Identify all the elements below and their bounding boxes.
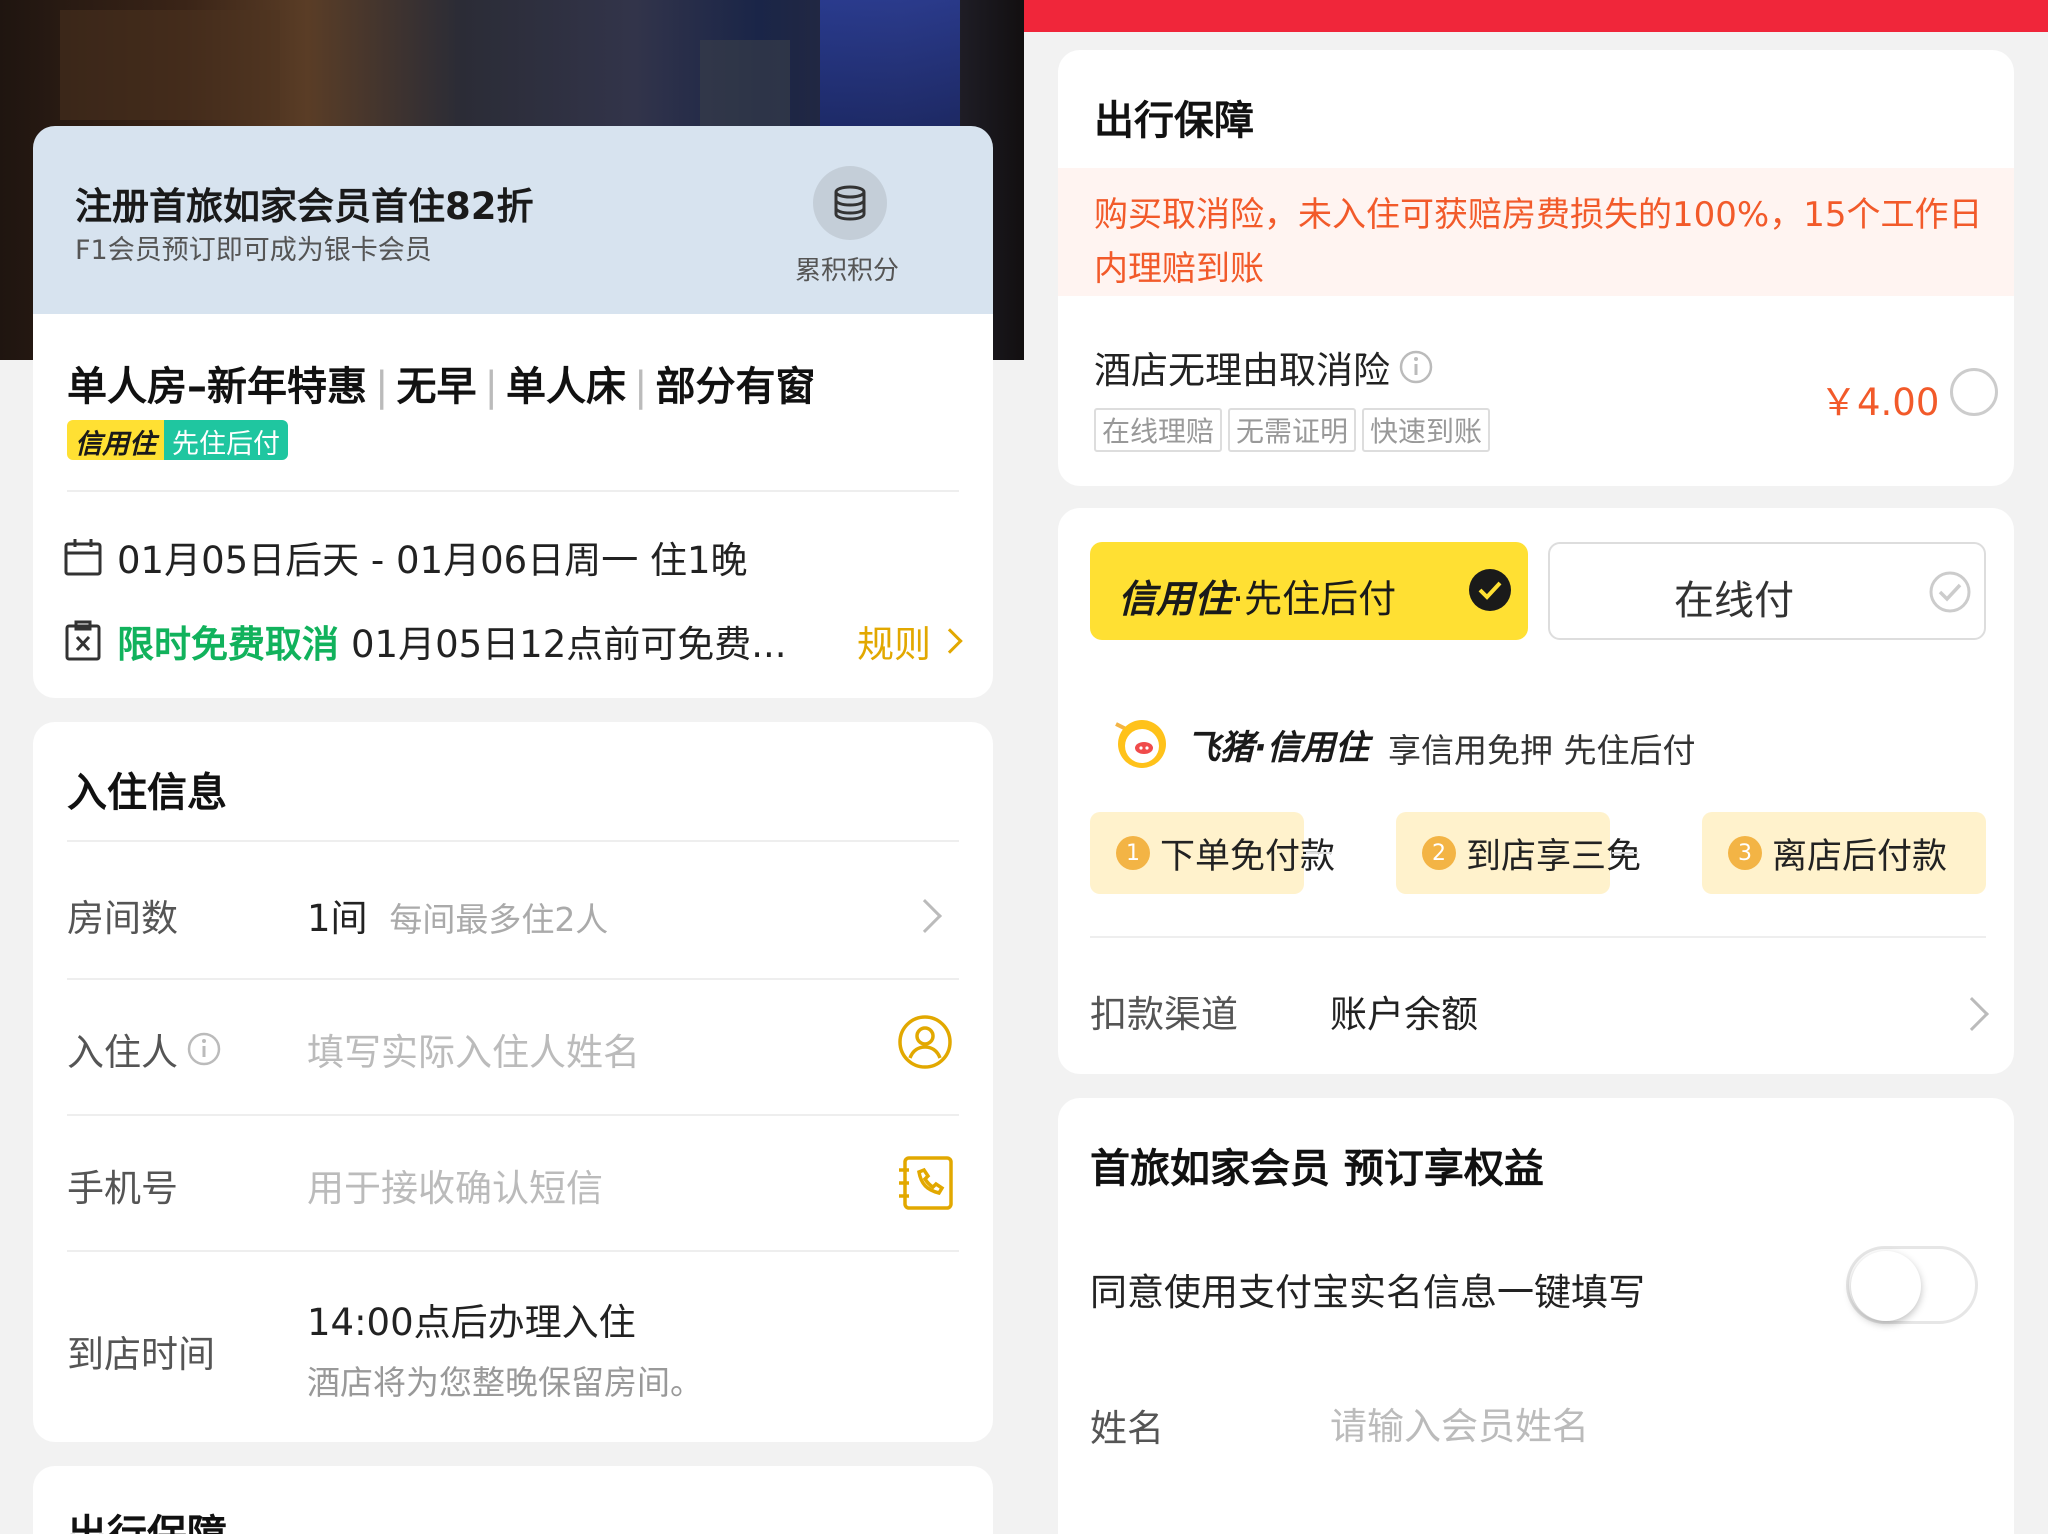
stay-dates-row: 01月05日后天 - 01月06日周一 住1晚 (63, 530, 748, 584)
pay-online-label: 在线付 (1674, 578, 1794, 624)
payment-card: 信用住·先住后付 在线付 飞猪·信用住 享信用免押 先住后付 1 下单免付款 2… (1058, 508, 2014, 1074)
insurance-product: 酒店无理由取消险 (1094, 340, 1434, 394)
divider (67, 1250, 959, 1252)
channel-label: 扣款渠道 (1090, 993, 1238, 1036)
guest-label-wrap: 入住人 (67, 1022, 222, 1076)
member-section-title: 首旅如家会员 预订享权益 (1090, 1146, 1544, 1192)
cancel-deadline: 01月05日12点前可免费... (351, 623, 787, 666)
member-name-input[interactable]: 请输入会员姓名 (1330, 1396, 1589, 1450)
coins-icon (813, 166, 887, 240)
insurance-radio[interactable] (1950, 368, 1998, 416)
arrival-value: 14:00点后办理入住 (307, 1301, 636, 1344)
insurance-price: ￥4.00 (1820, 381, 1940, 424)
cancel-clipboard-icon (63, 620, 103, 662)
check-circle-icon (1468, 568, 1512, 616)
phone-label: 手机号 (67, 1167, 178, 1210)
info-icon[interactable] (186, 1031, 222, 1067)
credit-step: 2 到店享三免 (1396, 812, 1641, 894)
badge-credit: 信用住 (67, 420, 164, 460)
free-cancel-tag: 限时免费取消 (117, 623, 339, 666)
step-number: 2 (1422, 836, 1456, 870)
step-connector (1612, 852, 1638, 854)
rooms-hint: 每间最多住2人 (389, 900, 609, 939)
divider (67, 1114, 959, 1116)
credit-step: 1 下单免付款 (1090, 812, 1335, 894)
contact-person-icon[interactable] (897, 1014, 953, 1074)
insurance-card-preview: 出行保障 (33, 1466, 993, 1534)
insurance-warning-text: 购买取消险，未入住可获赔房费损失的100%，15个工作日内理赔到账 (1094, 195, 1983, 289)
divider (67, 840, 959, 842)
calendar-icon (63, 537, 103, 577)
phone-contacts-icon[interactable] (897, 1154, 955, 1216)
arrival-note: 酒店将为您整晚保留房间。 (307, 1363, 703, 1402)
promo-subtitle: F1会员预订即可成为银卡会员 (75, 235, 432, 266)
phone-input[interactable]: 用于接收确认短信 (307, 1158, 603, 1212)
insurance-section-title: 出行保障 (67, 1502, 227, 1534)
insurance-tag: 快速到账 (1362, 408, 1491, 452)
member-card: 首旅如家会员 预订享权益 同意使用支付宝实名信息一键填写 姓名 请输入会员姓名 (1058, 1098, 2014, 1534)
chevron-right-icon (937, 628, 963, 654)
fliggy-pig-logo-icon (1110, 714, 1174, 774)
room-breakfast: 无早 (396, 364, 477, 410)
arrival-label: 到店时间 (67, 1333, 215, 1376)
insurance-tag: 无需证明 (1228, 408, 1357, 452)
step-label: 离店后付款 (1772, 836, 1948, 877)
divider (67, 978, 959, 980)
checkin-section-title: 入住信息 (67, 770, 227, 816)
insurance-tag: 在线理赔 (1094, 408, 1223, 452)
room-bed: 单人床 (505, 364, 626, 410)
guest-label: 入住人 (67, 1031, 178, 1074)
header-bar (1024, 0, 2048, 32)
fliggy-slogan: 享信用免押 先住后付 (1388, 731, 1696, 770)
rooms-count: 1间 (307, 897, 368, 940)
room-summary-card: 单人房–新年特惠 | 无早 | 单人床 | 部分有窗 信用住 先住后付 01月05日后天 -… (33, 314, 993, 698)
room-window: 部分有窗 (655, 364, 816, 410)
insurance-product-name: 酒店无理由取消险 (1094, 349, 1390, 392)
pay-credit-text: ·先住后付 (1232, 577, 1397, 621)
step-connector (1306, 852, 1332, 854)
info-icon[interactable] (1398, 349, 1434, 385)
insurance-title: 出行保障 (1094, 98, 1254, 144)
room-type: 单人房–新年特惠 (67, 364, 367, 410)
cancel-policy-row: 限时免费取消 01月05日12点前可免费... (63, 614, 963, 668)
badge-paylater: 先住后付 (164, 420, 288, 460)
pay-credit-label: 信用住·先住后付 (1118, 568, 1396, 623)
credit-step: 3 离店后付款 (1702, 812, 1986, 894)
left-screen: 注册首旅如家会员首住82折 F1会员预订即可成为银卡会员 累积积分 单人房–新年… (0, 0, 1024, 1534)
divider (67, 490, 959, 492)
check-circle-outline-icon (1928, 570, 1972, 618)
checkin-info-card: 入住信息 房间数 1间 每间最多住2人 入住人 填写实际入住人姓名 手机号 用于… (33, 722, 993, 1442)
step-number: 3 (1728, 836, 1762, 870)
divider (1090, 936, 1986, 938)
pay-option-credit[interactable]: 信用住·先住后付 (1090, 542, 1528, 640)
channel-value: 账户余额 (1330, 993, 1478, 1036)
autofill-label: 同意使用支付宝实名信息一键填写 (1090, 1271, 1645, 1314)
insurance-card: 出行保障 购买取消险，未入住可获赔房费损失的100%，15个工作日内理赔到账 酒… (1058, 50, 2014, 486)
name-label: 姓名 (1090, 1407, 1164, 1450)
guest-name-input[interactable]: 填写实际入住人姓名 (307, 1022, 640, 1076)
toggle-knob (1851, 1251, 1921, 1321)
chevron-right-icon (908, 899, 942, 933)
pay-credit-brand: 信用住 (1118, 577, 1233, 621)
insurance-tags: 在线理赔 无需证明 快速到账 (1094, 408, 1496, 452)
rooms-label: 房间数 (67, 897, 178, 940)
insurance-warning: 购买取消险，未入住可获赔房费损失的100%，15个工作日内理赔到账 (1058, 168, 2014, 296)
autofill-toggle[interactable] (1846, 1246, 1978, 1324)
rules-link[interactable]: 规则 (857, 614, 963, 668)
chevron-right-icon (1955, 997, 1989, 1031)
fliggy-brand: 飞猪·信用住 (1186, 728, 1369, 768)
member-promo-banner[interactable]: 注册首旅如家会员首住82折 F1会员预订即可成为银卡会员 累积积分 (33, 126, 993, 314)
points-label: 累积积分 (795, 256, 900, 286)
right-screen: 出行保障 购买取消险，未入住可获赔房费损失的100%，15个工作日内理赔到账 酒… (1024, 0, 2048, 1534)
rooms-value: 1间 每间最多住2人 (307, 888, 608, 942)
room-title: 单人房–新年特惠 | 无早 | 单人床 | 部分有窗 (67, 364, 816, 410)
pay-option-online[interactable]: 在线付 (1548, 542, 1986, 640)
credit-stay-badge: 信用住 先住后付 (67, 420, 288, 460)
stay-dates: 01月05日后天 - 01月06日周一 住1晚 (117, 539, 748, 582)
rules-label: 规则 (857, 623, 931, 666)
step-number: 1 (1116, 836, 1150, 870)
promo-title: 注册首旅如家会员首住82折 (75, 185, 534, 228)
